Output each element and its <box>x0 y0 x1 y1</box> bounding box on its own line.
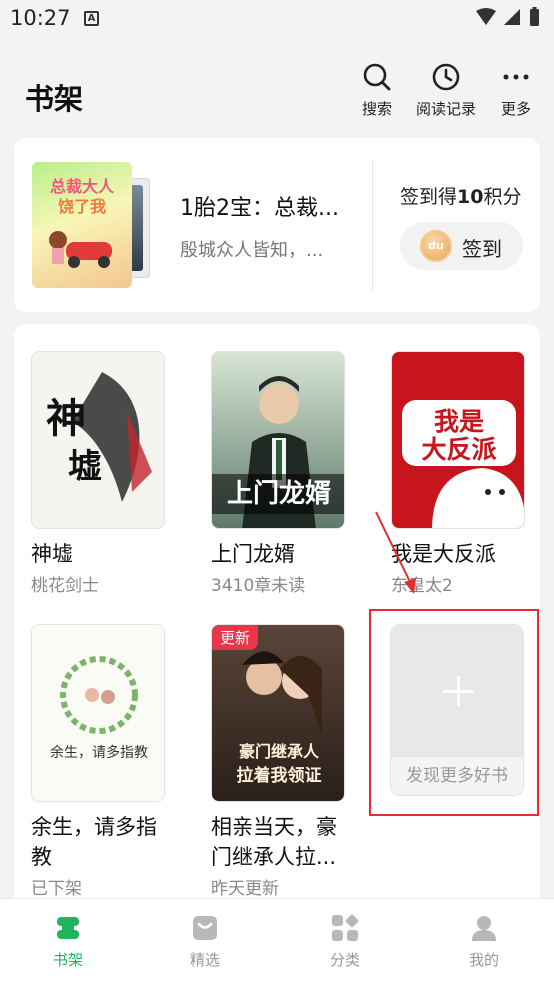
reading-history-button[interactable]: 阅读记录 <box>413 62 479 119</box>
tab-bookshelf[interactable]: 书架 <box>28 913 108 970</box>
profile-icon <box>472 916 496 941</box>
divider <box>372 160 373 290</box>
book-cover[interactable]: 豪门继承人 拉着我领证 更新 <box>211 624 345 802</box>
cover-illustration: 总裁大人 饶了我 <box>49 177 115 268</box>
status-bar: 10:27 A <box>0 0 554 38</box>
book-cover[interactable]: 我是 大反派 <box>391 351 525 529</box>
svg-text:上门龙婿: 上门龙婿 <box>227 479 331 509</box>
book-item[interactable]: 上门龙婿 上门龙婿 3410章未读 <box>211 351 345 596</box>
update-badge: 更新 <box>212 625 259 650</box>
search-icon <box>363 63 391 91</box>
book-status: 3410章未读 <box>211 576 306 596</box>
more-dots-icon <box>503 74 529 80</box>
recent-book-cover[interactable]: 总裁大人 饶了我 <box>32 162 152 288</box>
book-item[interactable]: 神 墟 神墟 桃花剑士 <box>31 351 165 596</box>
svg-text:饶了我: 饶了我 <box>58 197 106 216</box>
checkin-reward-text: 签到得10积分 <box>400 186 522 208</box>
more-button[interactable]: 更多 <box>494 62 538 119</box>
search-button[interactable]: 搜索 <box>355 62 399 119</box>
recent-cover-art: 总裁大人 饶了我 <box>32 162 132 288</box>
svg-text:豪门继承人: 豪门继承人 <box>239 742 320 761</box>
recent-reading-card[interactable]: 总裁大人 饶了我 1胎2宝：总裁... 殷城众人皆知，... 签到得10积分 d… <box>14 138 540 312</box>
bottom-tab-bar: 书架 精选 分类 我的 <box>0 898 554 985</box>
book-status: 桃花剑士 <box>31 576 99 596</box>
annotation-arrow <box>375 511 416 594</box>
tab-featured[interactable]: 精选 <box>165 913 245 970</box>
clock-icon <box>432 63 460 91</box>
book-cover[interactable]: 上门龙婿 <box>211 351 345 529</box>
tab-label: 我的 <box>468 951 499 969</box>
book-item[interactable]: 豪门继承人 拉着我领证 更新 相亲当天，豪门继承人拉... 昨天更新 <box>211 624 345 899</box>
checkin-button[interactable]: du 签到 <box>400 222 523 270</box>
svg-text:我是: 我是 <box>434 407 484 436</box>
featured-icon <box>193 916 217 940</box>
book-cover[interactable]: 神 墟 <box>31 351 165 529</box>
book-title: 余生，请多指教 <box>31 815 157 869</box>
page-title: 书架 <box>25 82 84 116</box>
recent-book-snippet: 殷城众人皆知，... <box>180 240 324 261</box>
category-icon <box>332 914 359 941</box>
book-item[interactable]: 余生，请多指教 余生，请多指教 已下架 <box>31 624 165 899</box>
tab-label: 分类 <box>329 951 360 969</box>
more-label: 更多 <box>500 100 531 118</box>
svg-text:神: 神 <box>46 395 86 442</box>
tab-label: 书架 <box>52 951 83 969</box>
svg-text:大反派: 大反派 <box>421 435 496 464</box>
bookshelf-icon <box>57 917 79 939</box>
notification-icon: A <box>84 11 99 26</box>
tab-profile[interactable]: 我的 <box>444 913 524 970</box>
svg-text:墟: 墟 <box>68 447 102 487</box>
svg-text:总裁大人: 总裁大人 <box>50 177 115 196</box>
coin-icon: du <box>420 230 452 262</box>
search-label: 搜索 <box>361 100 392 118</box>
header: 书架 搜索 阅读记录 更多 <box>0 38 554 130</box>
tab-label: 精选 <box>189 951 220 969</box>
svg-text:余生，请多指教: 余生，请多指教 <box>50 744 148 761</box>
book-cover[interactable]: 余生，请多指教 <box>31 624 165 802</box>
signal-battery-icon <box>476 7 539 26</box>
checkin-label: 签到 <box>462 237 502 261</box>
book-title: 神墟 <box>31 542 73 566</box>
reading-history-label: 阅读记录 <box>415 100 476 118</box>
status-time: 10:27 <box>10 6 71 30</box>
book-title: 相亲当天，豪门继承人拉... <box>211 815 337 869</box>
book-title: 上门龙婿 <box>211 542 295 566</box>
svg-text:拉着我领证: 拉着我领证 <box>237 765 322 786</box>
recent-book-title: 1胎2宝：总裁... <box>180 196 339 221</box>
book-status: 昨天更新 <box>211 879 279 899</box>
tab-categories[interactable]: 分类 <box>305 913 385 970</box>
annotation-highlight-box <box>369 609 539 816</box>
book-status: 已下架 <box>31 879 82 899</box>
